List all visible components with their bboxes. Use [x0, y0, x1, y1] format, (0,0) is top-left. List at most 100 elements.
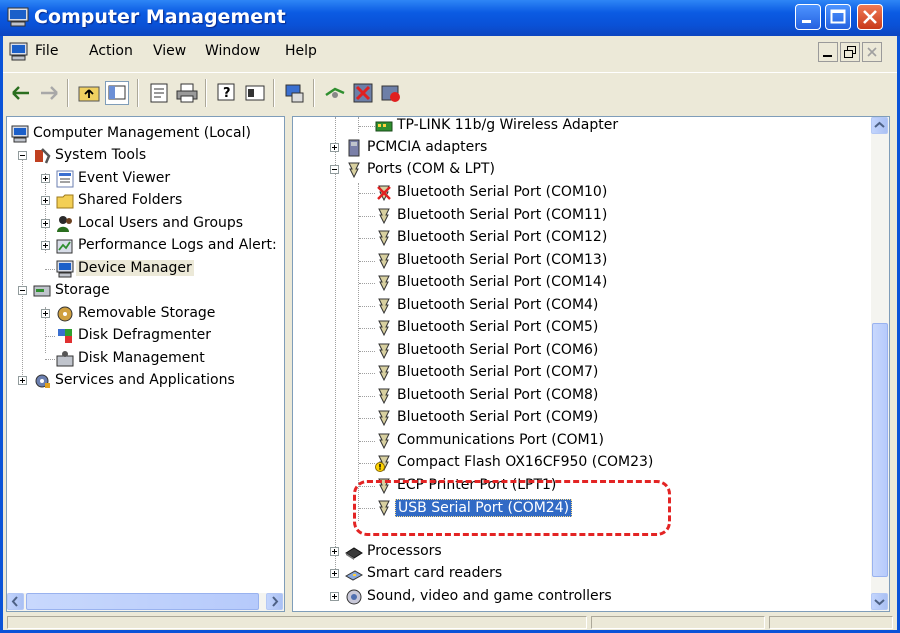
scrollbar-thumb[interactable]: [26, 593, 259, 610]
menu-window[interactable]: Window: [205, 43, 260, 59]
up-folder-icon[interactable]: [77, 81, 101, 105]
services-icon: [35, 374, 50, 388]
scroll-up-button[interactable]: [871, 117, 888, 134]
menu-view[interactable]: View: [153, 43, 186, 59]
tree-label: Storage: [55, 282, 110, 298]
uninstall-icon[interactable]: [351, 81, 375, 105]
scroll-left-button[interactable]: [7, 593, 24, 610]
status-cell: [591, 616, 765, 629]
mdi-restore-button[interactable]: [840, 42, 860, 62]
device-label: Compact Flash OX16CF950 (COM23): [397, 454, 654, 470]
smart-card-icon: [345, 570, 363, 581]
console-tree[interactable]: Computer Management (Local) System Tools…: [6, 116, 285, 612]
tree-label: Shared Folders: [78, 192, 183, 208]
expand-toggle[interactable]: [41, 196, 50, 205]
disable-icon[interactable]: [379, 81, 403, 105]
scroll-right-button[interactable]: [266, 593, 283, 610]
computer-management-icon: [7, 7, 29, 27]
device-label: Bluetooth Serial Port (COM10): [397, 184, 608, 200]
console-tree-icon[interactable]: [243, 81, 267, 105]
port-connector-icon: [378, 365, 390, 382]
sound-icon: [346, 589, 362, 605]
menu-help[interactable]: Help: [285, 43, 317, 59]
minimize-button[interactable]: [795, 4, 821, 30]
port-connector-icon: [378, 410, 390, 427]
system-menu-icon[interactable]: [9, 42, 29, 62]
expand-toggle[interactable]: [41, 309, 50, 318]
system-tools-icon: [35, 148, 51, 164]
tree-line: [358, 117, 360, 133]
window: Computer Management File Action View Win…: [0, 0, 900, 633]
help-icon[interactable]: ?: [215, 81, 239, 105]
tree-line: [359, 305, 375, 308]
show-hide-tree-button[interactable]: [105, 81, 129, 105]
tree-line: [359, 328, 375, 330]
expand-toggle[interactable]: [41, 241, 50, 250]
menu-file[interactable]: File: [35, 43, 58, 59]
svg-text:?: ?: [223, 86, 231, 101]
title-bar[interactable]: Computer Management: [0, 0, 900, 36]
expand-toggle[interactable]: [330, 547, 339, 556]
device-label: Bluetooth Serial Port (COM9): [397, 409, 599, 425]
collapse-toggle[interactable]: [330, 165, 339, 174]
port-connector-icon: [378, 253, 390, 269]
menu-action[interactable]: Action: [89, 43, 133, 59]
processor-icon: [345, 547, 363, 560]
device-label: ECP Printer Port (LPT1): [397, 476, 557, 493]
device-list[interactable]: TP-LINK 11b/g Wireless Adapter PCMCIA ad…: [292, 116, 890, 612]
device-label: Bluetooth Serial Port (COM8): [397, 386, 599, 403]
chevron-up-icon: [874, 121, 885, 128]
tree-line: [45, 269, 55, 271]
toolbar: ?: [3, 72, 897, 113]
expand-toggle[interactable]: [41, 219, 50, 228]
vertical-scrollbar[interactable]: [871, 117, 889, 611]
device-label: Bluetooth Serial Port (COM14): [397, 274, 608, 290]
device-label: PCMCIA adapters: [367, 139, 488, 155]
device-label: Ports (COM & LPT): [367, 161, 495, 177]
scrollbar-thumb[interactable]: [872, 323, 888, 577]
mdi-minimize-button[interactable]: [818, 42, 838, 62]
tree-line: [359, 283, 375, 285]
port-connector-icon: [348, 162, 360, 179]
expand-toggle[interactable]: [330, 592, 339, 601]
expand-toggle[interactable]: [330, 569, 339, 578]
menu-bar: File Action View Window Help: [3, 36, 897, 68]
port-connector-icon: [378, 275, 390, 292]
tree-label: Services and Applications: [55, 372, 235, 388]
minimize-icon: [823, 55, 832, 57]
tree-line: [359, 463, 375, 465]
maximize-button[interactable]: [825, 4, 851, 30]
port-connector-icon: [378, 230, 390, 247]
scan-hardware-icon[interactable]: [283, 81, 307, 105]
show-hide-tree-icon: [108, 85, 126, 100]
close-icon: [863, 10, 877, 24]
shared-folder-icon: [56, 194, 74, 209]
device-label: USB Serial Port (COM24): [395, 499, 573, 517]
tree-line: [45, 359, 55, 361]
status-cell: [7, 616, 587, 629]
expand-toggle[interactable]: [330, 143, 339, 152]
disabled-port-icon: [377, 185, 391, 202]
window-title: Computer Management: [34, 6, 286, 28]
toolbar-separator: [67, 79, 69, 107]
print-icon[interactable]: [175, 81, 199, 105]
scroll-down-button[interactable]: [871, 593, 888, 610]
expand-toggle[interactable]: [18, 376, 27, 385]
toolbar-separator: [137, 79, 139, 107]
tree-line: [45, 336, 55, 338]
expand-toggle[interactable]: [41, 174, 50, 183]
collapse-toggle[interactable]: [18, 151, 27, 160]
device-label: Sound, video and game controllers: [367, 588, 612, 604]
properties-icon[interactable]: [147, 81, 171, 105]
close-button[interactable]: [857, 4, 883, 30]
device-label: Bluetooth Serial Port (COM12): [397, 229, 608, 245]
tree-line: [359, 260, 375, 263]
forward-arrow-icon[interactable]: [37, 81, 61, 105]
update-driver-icon[interactable]: [323, 81, 347, 105]
horizontal-scrollbar[interactable]: [7, 593, 284, 611]
back-arrow-icon[interactable]: [9, 81, 33, 105]
mdi-close-button[interactable]: [862, 42, 882, 62]
tree-line: [359, 395, 375, 398]
performance-icon: [56, 239, 73, 254]
collapse-toggle[interactable]: [18, 286, 27, 295]
